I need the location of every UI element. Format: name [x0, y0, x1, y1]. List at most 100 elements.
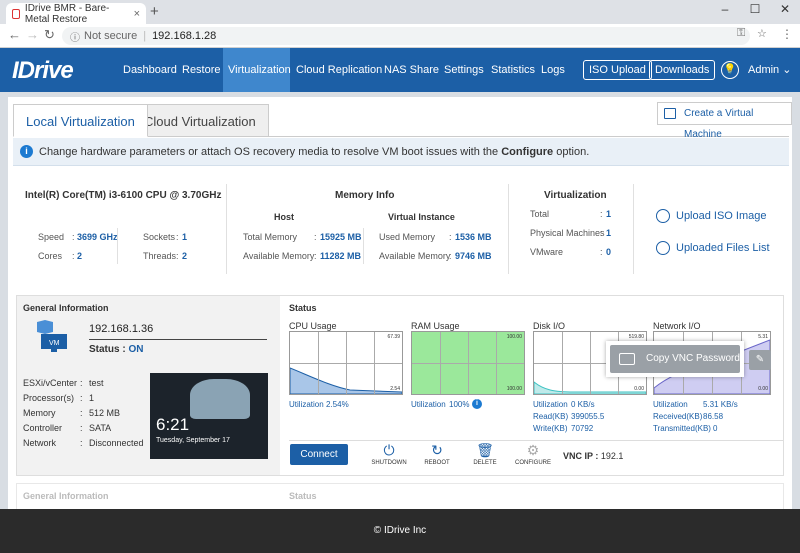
shutdown-button[interactable]: ⏻ SHUTDOWN	[369, 442, 409, 466]
host-available-memory-label: Available Memory	[243, 251, 315, 261]
downloads-button[interactable]: Downloads	[649, 60, 716, 80]
nav-nas-share[interactable]: NAS Share	[379, 48, 444, 92]
files-list-icon	[656, 241, 670, 255]
net-received-value: 86.58	[703, 412, 724, 421]
ram-util-label: Utilization	[411, 400, 446, 409]
cpu-util-label: Utilization	[289, 400, 324, 409]
browser-menu-icon[interactable]: ⋮	[781, 27, 793, 41]
lockscreen-image	[190, 379, 250, 419]
delete-button[interactable]: 🗑 DELETE	[465, 442, 505, 466]
nav-restore[interactable]: Restore	[177, 48, 226, 92]
network-label: Network	[23, 438, 57, 448]
footer: © IDrive Inc	[0, 509, 800, 553]
url-bar[interactable]: ⓘ Not secure | 192.168.1.28	[62, 27, 750, 45]
colon: :	[314, 232, 317, 242]
vm-ip: 192.168.1.36	[89, 323, 154, 335]
status-value: ON	[128, 344, 144, 355]
vnc-ip: VNC IP : 192.1	[563, 451, 623, 461]
speed-label: Speed	[38, 232, 65, 242]
lightbulb-icon[interactable]: 💡	[721, 61, 739, 79]
disk-read-label: Read(KB)	[533, 412, 569, 421]
maximize-icon[interactable]: ☐	[740, 2, 770, 16]
host-available-memory-value: 11282 MB	[320, 251, 362, 261]
nav-cloud-replication[interactable]: Cloud Replication	[291, 48, 387, 92]
idrive-favicon-icon	[12, 8, 20, 19]
vm-monitor-icon: VM	[37, 320, 67, 352]
connect-button[interactable]: Connect	[290, 444, 348, 465]
vm-card: General Information VM 192.168.1.36 Stat…	[16, 295, 784, 476]
second-general-title: General Information	[23, 491, 109, 501]
actions-divider	[289, 440, 783, 441]
admin-menu[interactable]: Admin ⌄	[748, 48, 791, 92]
net-util-label: Utilization	[653, 400, 688, 409]
nav-settings[interactable]: Settings	[439, 48, 489, 92]
memory-title: Memory Info	[335, 190, 395, 201]
disk-util-label: Utilization	[533, 400, 568, 409]
colon: :	[176, 251, 179, 261]
forward-icon[interactable]: →	[26, 27, 39, 42]
back-icon[interactable]: ←	[8, 27, 21, 42]
ram-info-icon[interactable]: i	[472, 399, 482, 409]
ram-usage-title: RAM Usage	[411, 321, 460, 331]
vm-screenshot[interactable]: 6:21 Tuesday, September 17	[150, 373, 268, 459]
create-vm-button[interactable]: Create a Virtual Machine	[657, 102, 792, 140]
colon: :	[80, 423, 83, 433]
browser-tab[interactable]: IDrive BMR - Bare-Metal Restore ×	[6, 3, 146, 25]
reboot-button[interactable]: ↻ REBOOT	[417, 442, 457, 466]
colon: :	[314, 251, 317, 261]
graph-gridline	[412, 363, 524, 364]
colon: :	[600, 209, 603, 219]
colon: :	[449, 232, 452, 242]
nav-virtualization[interactable]: Virtualization	[223, 48, 291, 92]
graph-gridline	[290, 363, 402, 364]
disk-write-value: 70792	[571, 424, 594, 433]
new-tab-button[interactable]: +	[150, 4, 159, 20]
configure-button[interactable]: ⚙ CONFIGURE	[513, 442, 553, 466]
edit-vnc-button[interactable]: ✎	[749, 350, 771, 370]
divider	[226, 184, 227, 274]
net-util-value: 5.31 KB/s	[703, 400, 738, 409]
copy-vnc-password-button[interactable]: Copy VNC Password	[610, 345, 740, 373]
colon: :	[600, 247, 603, 257]
copy-vnc-label: Copy VNC Password	[646, 353, 740, 364]
delete-label: DELETE	[473, 460, 497, 466]
bookmark-star-icon[interactable]: ☆	[757, 27, 767, 40]
status-label: Status :	[89, 344, 126, 355]
close-tab-icon[interactable]: ×	[134, 8, 140, 20]
processors-value: 1	[89, 393, 95, 403]
copy-vnc-popup: Copy VNC Password	[606, 341, 744, 377]
screen-time: 6:21	[156, 415, 190, 434]
cores-value: 2	[77, 251, 83, 261]
disk-io-title: Disk I/O	[533, 321, 566, 331]
esxi-label: ESXi/vCenter	[23, 378, 78, 388]
key-icon[interactable]: ⚿	[737, 27, 745, 40]
tab-local-virtualization[interactable]: Local Virtualization	[13, 104, 148, 137]
power-icon: ⏻	[383, 442, 395, 458]
colon: :	[176, 232, 179, 242]
vz-vmware-value: 0	[606, 247, 612, 257]
iso-upload-button[interactable]: ISO Upload	[583, 60, 652, 80]
cpu-util-value: 2.54%	[326, 400, 349, 409]
used-memory-label: Used Memory	[379, 232, 436, 242]
colon: :	[80, 393, 83, 403]
nav-dashboard[interactable]: Dashboard	[118, 48, 182, 92]
nav-statistics[interactable]: Statistics	[486, 48, 540, 92]
upload-iso-link[interactable]: Upload ISO Image	[656, 209, 767, 223]
sockets-value: 1	[182, 232, 188, 242]
general-information-title: General Information	[23, 303, 109, 313]
reload-icon[interactable]: ↻	[44, 27, 55, 43]
minimize-icon[interactable]: –	[710, 2, 740, 16]
info-circle-icon[interactable]: ⓘ	[70, 29, 80, 44]
close-window-icon[interactable]: ✕	[770, 2, 800, 16]
uploaded-files-link[interactable]: Uploaded Files List	[656, 241, 770, 255]
edit-icon: ✎	[755, 354, 765, 365]
second-vm-card: General Information Status	[16, 483, 784, 509]
tab-cloud-virtualization[interactable]: Cloud Virtualization	[131, 104, 269, 137]
uploaded-files-label: Uploaded Files List	[676, 242, 770, 254]
nav-logs[interactable]: Logs	[536, 48, 570, 92]
colon: :	[80, 408, 83, 418]
app-nav-bar: IDrive Dashboard Restore Virtualization …	[0, 48, 800, 92]
main-content: Local Virtualization Cloud Virtualizatio…	[8, 97, 792, 509]
vm-badge: VM	[49, 340, 60, 347]
status-title: Status	[289, 303, 317, 313]
